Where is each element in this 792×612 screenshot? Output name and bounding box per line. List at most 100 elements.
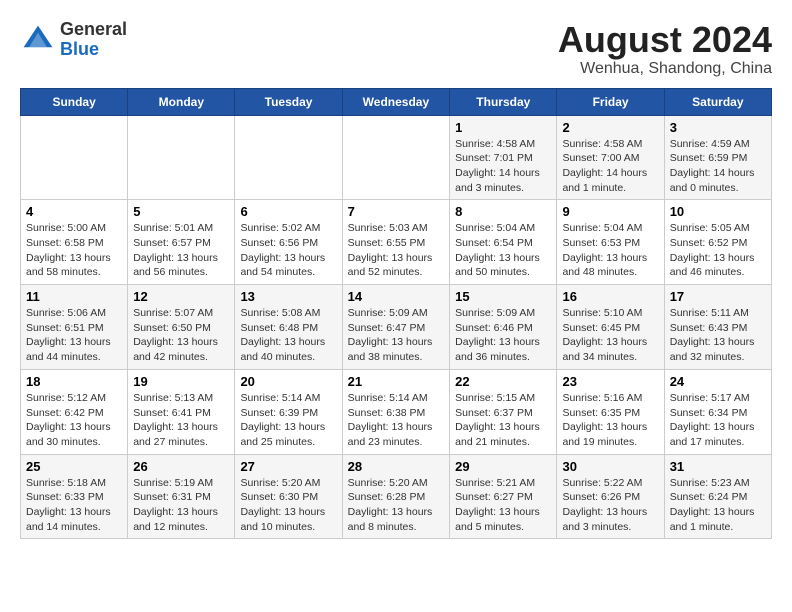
day-number: 3 (670, 120, 766, 135)
calendar-header: SundayMondayTuesdayWednesdayThursdayFrid… (21, 88, 772, 115)
day-number: 16 (562, 289, 658, 304)
day-info: Sunrise: 5:23 AM Sunset: 6:24 PM Dayligh… (670, 476, 766, 535)
day-number: 4 (26, 204, 122, 219)
day-number: 12 (133, 289, 229, 304)
day-info: Sunrise: 5:15 AM Sunset: 6:37 PM Dayligh… (455, 391, 551, 450)
day-cell: 23Sunrise: 5:16 AM Sunset: 6:35 PM Dayli… (557, 369, 664, 454)
day-cell (21, 115, 128, 200)
day-cell: 24Sunrise: 5:17 AM Sunset: 6:34 PM Dayli… (664, 369, 771, 454)
header-row: SundayMondayTuesdayWednesdayThursdayFrid… (21, 88, 772, 115)
day-info: Sunrise: 5:20 AM Sunset: 6:30 PM Dayligh… (240, 476, 336, 535)
day-info: Sunrise: 5:13 AM Sunset: 6:41 PM Dayligh… (133, 391, 229, 450)
week-row-4: 18 Sunrise: 5:12 AM Sunset: 6:42 PM Dayli… (21, 369, 772, 454)
day-info: Sunrise: 5:07 AM Sunset: 6:50 PM Dayligh… (133, 306, 229, 365)
week-row-3: 11Sunrise: 5:06 AM Sunset: 6:51 PM Dayli… (21, 285, 772, 370)
day-number: 24 (670, 374, 766, 389)
header-cell-wednesday: Wednesday (342, 88, 449, 115)
header-cell-friday: Friday (557, 88, 664, 115)
day-info: Sunrise: 5:22 AM Sunset: 6:26 PM Dayligh… (562, 476, 658, 535)
header-cell-tuesday: Tuesday (235, 88, 342, 115)
day-cell: 5 Sunrise: 5:01 AM Sunset: 6:57 PM Daylig… (128, 200, 235, 285)
day-cell: 11Sunrise: 5:06 AM Sunset: 6:51 PM Dayli… (21, 285, 128, 370)
logo-blue: Blue (60, 39, 99, 59)
day-info: Sunrise: 5:01 AM Sunset: 6:57 PM Dayligh… (133, 221, 229, 280)
day-number: 14 (348, 289, 444, 304)
day-cell: 26 Sunrise: 5:19 AM Sunset: 6:31 PM Dayli… (128, 454, 235, 539)
day-number: 19 (133, 374, 229, 389)
logo-icon (20, 22, 56, 58)
day-cell: 16 Sunrise: 5:10 AM Sunset: 6:45 PM Dayli… (557, 285, 664, 370)
day-cell: 17 Sunrise: 5:11 AM Sunset: 6:43 PM Dayli… (664, 285, 771, 370)
day-cell: 21Sunrise: 5:14 AM Sunset: 6:38 PM Dayli… (342, 369, 449, 454)
day-info: Sunrise: 5:12 AM Sunset: 6:42 PM Dayligh… (26, 391, 122, 450)
day-cell: 25 Sunrise: 5:18 AM Sunset: 6:33 PM Dayli… (21, 454, 128, 539)
logo: General Blue (20, 20, 127, 60)
day-cell: 19 Sunrise: 5:13 AM Sunset: 6:41 PM Dayli… (128, 369, 235, 454)
day-cell: 20 Sunrise: 5:14 AM Sunset: 6:39 PM Dayli… (235, 369, 342, 454)
day-number: 31 (670, 459, 766, 474)
logo-general: General (60, 19, 127, 39)
week-row-1: 1 Sunrise: 4:58 AM Sunset: 7:01 PM Daylig… (21, 115, 772, 200)
title-block: August 2024 Wenhua, Shandong, China (558, 20, 772, 78)
day-number: 26 (133, 459, 229, 474)
page-header: General Blue August 2024 Wenhua, Shandon… (20, 20, 772, 78)
day-number: 8 (455, 204, 551, 219)
day-number: 20 (240, 374, 336, 389)
header-cell-sunday: Sunday (21, 88, 128, 115)
logo-text: General Blue (60, 20, 127, 60)
week-row-5: 25 Sunrise: 5:18 AM Sunset: 6:33 PM Dayli… (21, 454, 772, 539)
header-cell-monday: Monday (128, 88, 235, 115)
day-cell: 12 Sunrise: 5:07 AM Sunset: 6:50 PM Dayli… (128, 285, 235, 370)
day-info: Sunrise: 5:19 AM Sunset: 6:31 PM Dayligh… (133, 476, 229, 535)
day-cell: 15 Sunrise: 5:09 AM Sunset: 6:46 PM Dayli… (450, 285, 557, 370)
day-info: Sunrise: 5:11 AM Sunset: 6:43 PM Dayligh… (670, 306, 766, 365)
day-number: 1 (455, 120, 551, 135)
day-info: Sunrise: 5:09 AM Sunset: 6:46 PM Dayligh… (455, 306, 551, 365)
day-info: Sunrise: 4:58 AM Sunset: 7:01 PM Dayligh… (455, 137, 551, 196)
day-cell: 1 Sunrise: 4:58 AM Sunset: 7:01 PM Daylig… (450, 115, 557, 200)
day-number: 9 (562, 204, 658, 219)
day-info: Sunrise: 5:14 AM Sunset: 6:38 PM Dayligh… (348, 391, 444, 450)
day-number: 23 (562, 374, 658, 389)
day-info: Sunrise: 5:14 AM Sunset: 6:39 PM Dayligh… (240, 391, 336, 450)
day-cell: 7 Sunrise: 5:03 AM Sunset: 6:55 PM Daylig… (342, 200, 449, 285)
day-cell: 6Sunrise: 5:02 AM Sunset: 6:56 PM Daylig… (235, 200, 342, 285)
day-cell: 9 Sunrise: 5:04 AM Sunset: 6:53 PM Daylig… (557, 200, 664, 285)
day-number: 15 (455, 289, 551, 304)
day-info: Sunrise: 5:03 AM Sunset: 6:55 PM Dayligh… (348, 221, 444, 280)
day-number: 30 (562, 459, 658, 474)
day-info: Sunrise: 5:21 AM Sunset: 6:27 PM Dayligh… (455, 476, 551, 535)
day-cell: 10 Sunrise: 5:05 AM Sunset: 6:52 PM Dayli… (664, 200, 771, 285)
day-number: 18 (26, 374, 122, 389)
day-cell: 28Sunrise: 5:20 AM Sunset: 6:28 PM Dayli… (342, 454, 449, 539)
location-subtitle: Wenhua, Shandong, China (558, 60, 772, 78)
day-info: Sunrise: 5:10 AM Sunset: 6:45 PM Dayligh… (562, 306, 658, 365)
day-number: 6 (240, 204, 336, 219)
day-cell: 30 Sunrise: 5:22 AM Sunset: 6:26 PM Dayli… (557, 454, 664, 539)
day-info: Sunrise: 4:59 AM Sunset: 6:59 PM Dayligh… (670, 137, 766, 196)
month-year-title: August 2024 (558, 20, 772, 60)
day-number: 17 (670, 289, 766, 304)
day-number: 5 (133, 204, 229, 219)
day-info: Sunrise: 5:08 AM Sunset: 6:48 PM Dayligh… (240, 306, 336, 365)
calendar-table: SundayMondayTuesdayWednesdayThursdayFrid… (20, 88, 772, 540)
day-number: 10 (670, 204, 766, 219)
day-number: 22 (455, 374, 551, 389)
day-number: 25 (26, 459, 122, 474)
day-info: Sunrise: 5:04 AM Sunset: 6:53 PM Dayligh… (562, 221, 658, 280)
day-cell (235, 115, 342, 200)
day-cell: 31 Sunrise: 5:23 AM Sunset: 6:24 PM Dayli… (664, 454, 771, 539)
week-row-2: 4Sunrise: 5:00 AM Sunset: 6:58 PM Daylig… (21, 200, 772, 285)
day-info: Sunrise: 5:06 AM Sunset: 6:51 PM Dayligh… (26, 306, 122, 365)
header-cell-saturday: Saturday (664, 88, 771, 115)
day-number: 7 (348, 204, 444, 219)
day-info: Sunrise: 5:09 AM Sunset: 6:47 PM Dayligh… (348, 306, 444, 365)
day-cell: 13Sunrise: 5:08 AM Sunset: 6:48 PM Dayli… (235, 285, 342, 370)
day-info: Sunrise: 5:05 AM Sunset: 6:52 PM Dayligh… (670, 221, 766, 280)
day-info: Sunrise: 5:20 AM Sunset: 6:28 PM Dayligh… (348, 476, 444, 535)
day-info: Sunrise: 5:18 AM Sunset: 6:33 PM Dayligh… (26, 476, 122, 535)
day-cell: 4Sunrise: 5:00 AM Sunset: 6:58 PM Daylig… (21, 200, 128, 285)
day-cell: 29Sunrise: 5:21 AM Sunset: 6:27 PM Dayli… (450, 454, 557, 539)
day-cell: 22 Sunrise: 5:15 AM Sunset: 6:37 PM Dayli… (450, 369, 557, 454)
day-cell: 8Sunrise: 5:04 AM Sunset: 6:54 PM Daylig… (450, 200, 557, 285)
